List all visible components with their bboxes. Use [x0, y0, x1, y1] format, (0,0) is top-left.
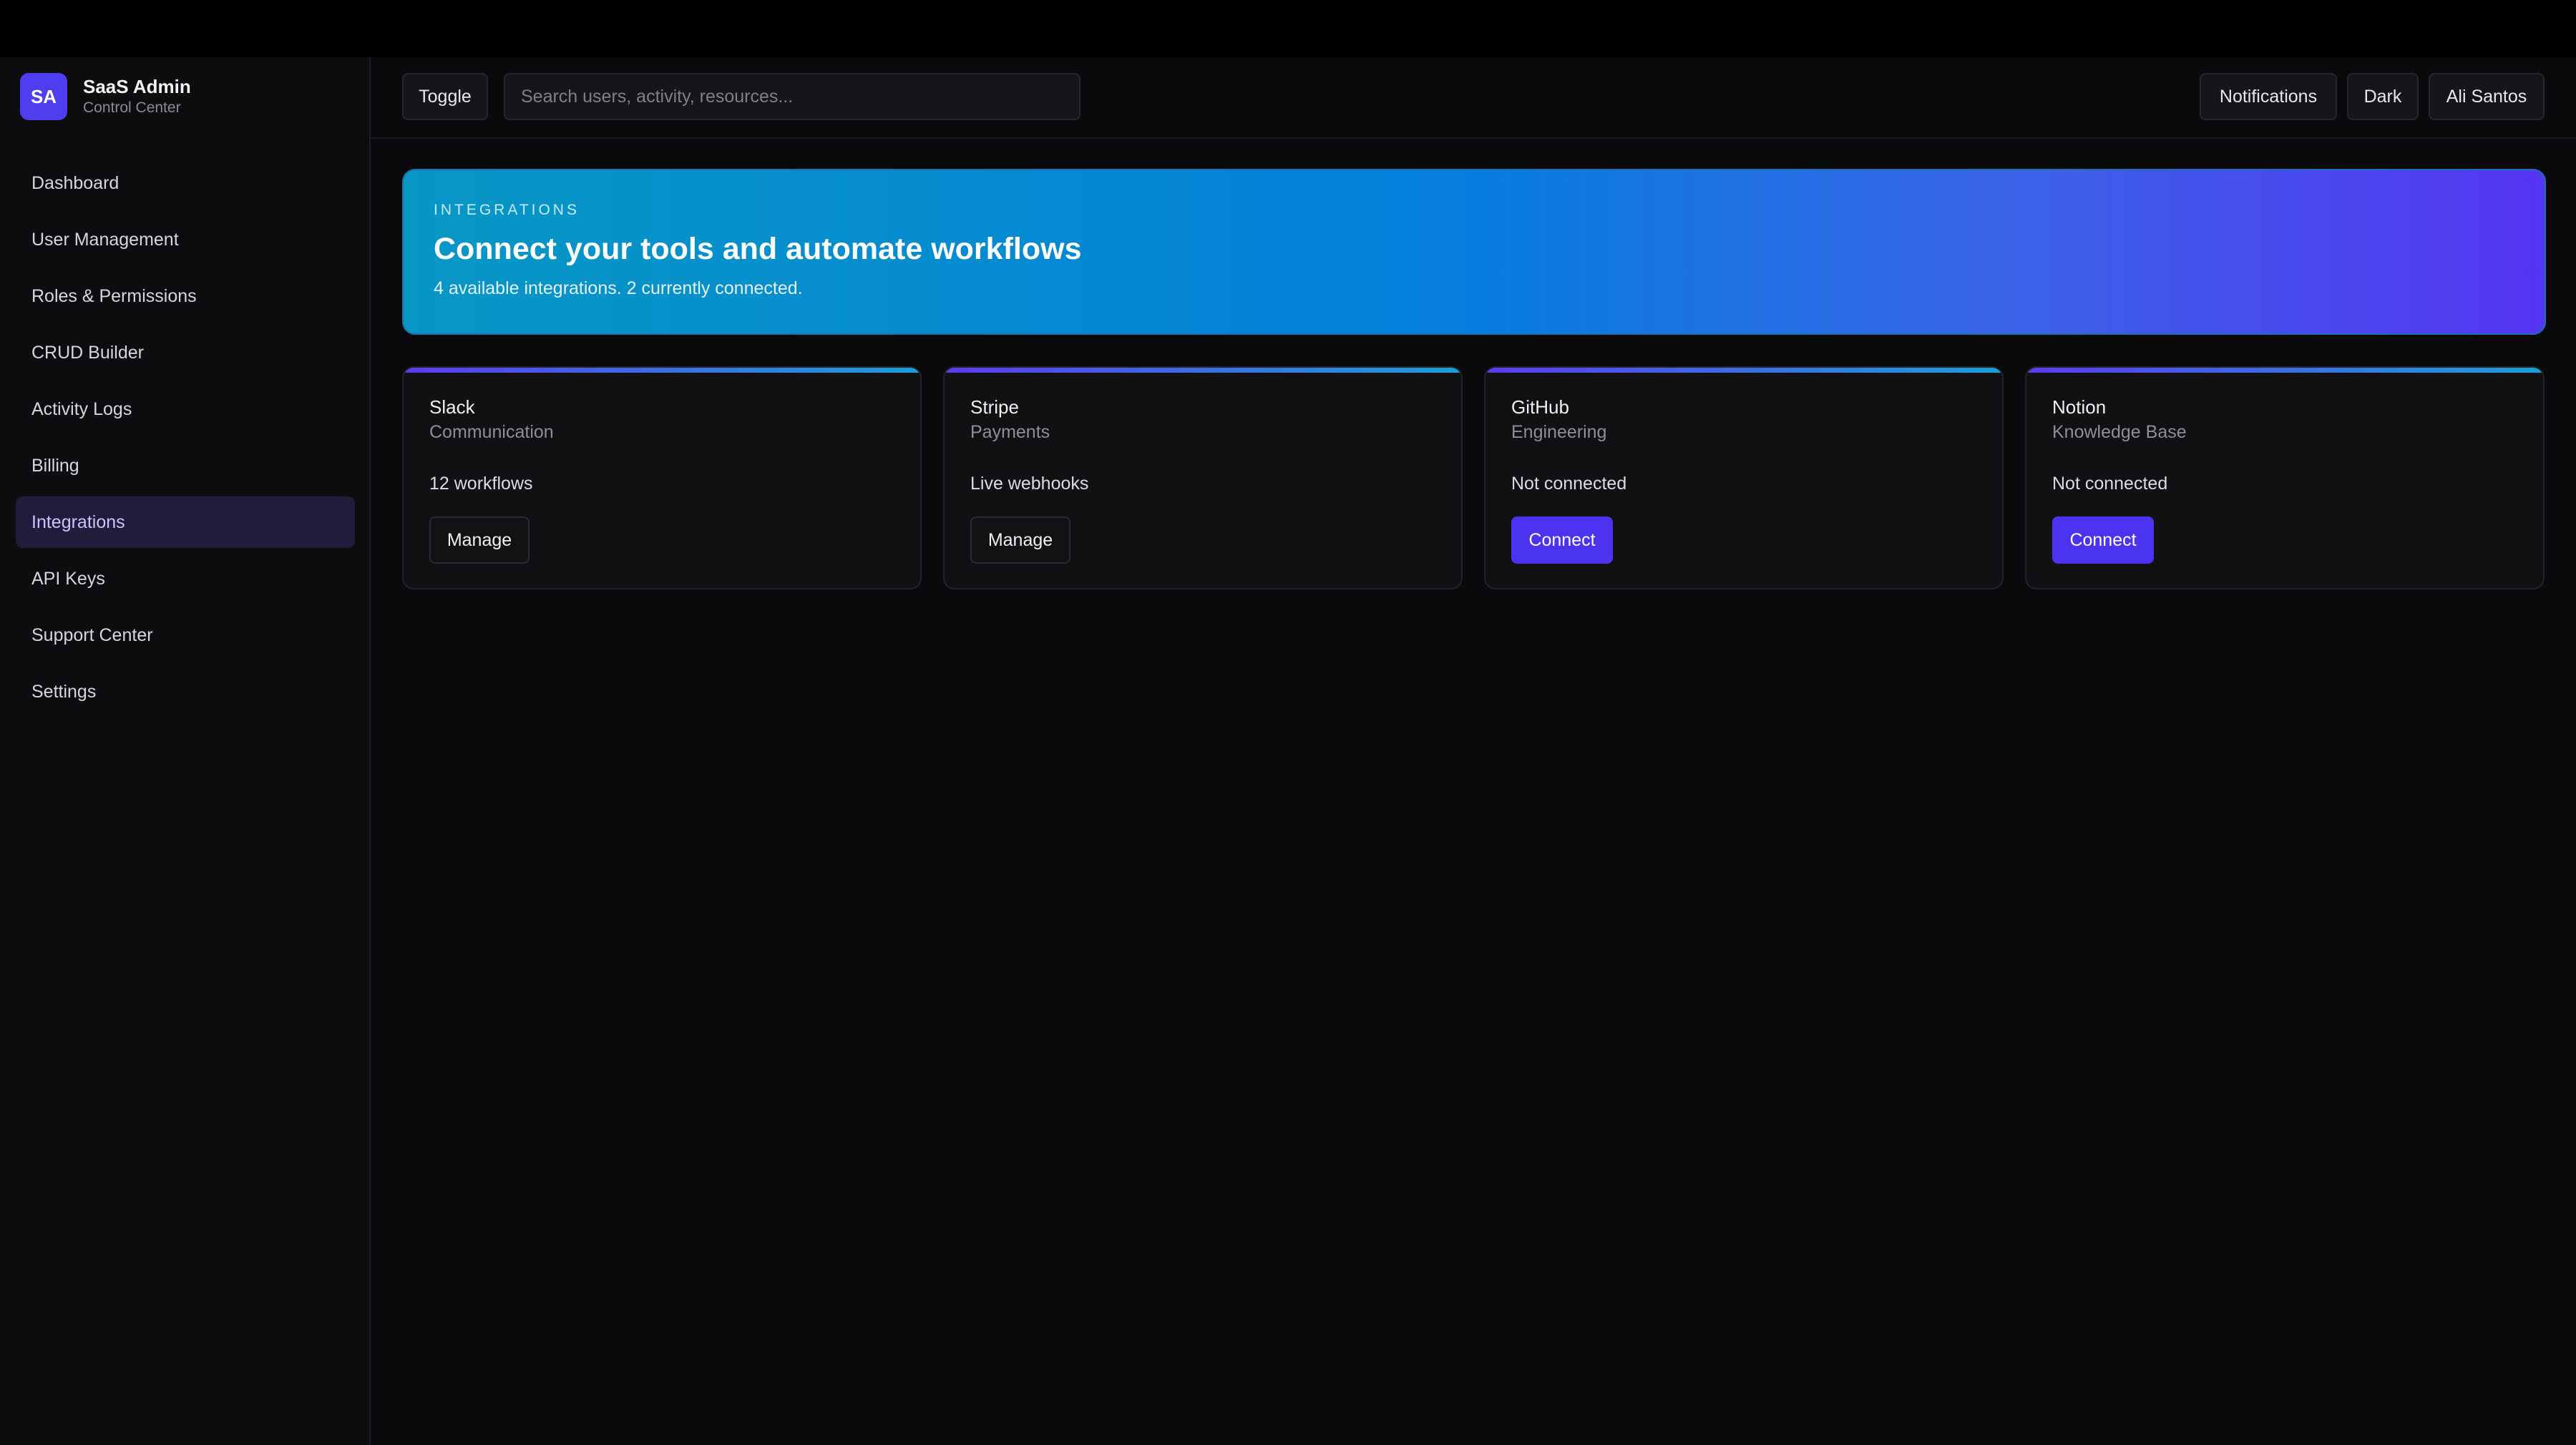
- hero-subtitle: 4 available integrations. 2 currently co…: [434, 278, 803, 298]
- brand-subtitle: Control Center: [83, 99, 181, 116]
- card-accent-bar: [2026, 368, 2543, 373]
- integration-category: Knowledge Base: [2052, 422, 2187, 442]
- connect-notion-button[interactable]: Connect: [2052, 516, 2154, 564]
- integration-status: 12 workflows: [429, 474, 533, 494]
- sidebar-item-integrations[interactable]: Integrations: [16, 496, 355, 548]
- sidebar-item-support-center[interactable]: Support Center: [16, 609, 355, 661]
- page-title: Connect your tools and automate workflow…: [434, 232, 1082, 266]
- search-input[interactable]: [504, 73, 1080, 120]
- integration-card-stripe: Stripe Payments Live webhooks Manage: [943, 366, 1463, 589]
- integration-status: Not connected: [1511, 474, 1627, 494]
- card-accent-bar: [1485, 368, 2002, 373]
- theme-toggle-button[interactable]: Dark: [2347, 73, 2419, 120]
- sidebar-item-crud-builder[interactable]: CRUD Builder: [16, 327, 355, 378]
- brand: SA SaaS Admin Control Center: [20, 73, 191, 120]
- sidebar-item-dashboard[interactable]: Dashboard: [16, 157, 355, 209]
- integration-category: Payments: [970, 422, 1050, 442]
- integrations-hero: INTEGRATIONS Connect your tools and auto…: [402, 169, 2546, 335]
- sidebar-item-activity-logs[interactable]: Activity Logs: [16, 383, 355, 435]
- integration-status: Not connected: [2052, 474, 2168, 494]
- integrations-grid: Slack Communication 12 workflows Manage …: [402, 366, 2546, 589]
- notifications-button[interactable]: Notifications: [2200, 73, 2337, 120]
- card-accent-bar: [945, 368, 1461, 373]
- card-accent-bar: [404, 368, 920, 373]
- integration-status: Live webhooks: [970, 474, 1089, 494]
- integration-name: Slack: [429, 396, 475, 418]
- sidebar-item-settings[interactable]: Settings: [16, 666, 355, 717]
- top-strip: [0, 0, 2576, 57]
- connect-github-button[interactable]: Connect: [1511, 516, 1613, 564]
- brand-name: SaaS Admin: [83, 76, 191, 97]
- integration-name: GitHub: [1511, 396, 1569, 418]
- sidebar: SA SaaS Admin Control Center Dashboard U…: [0, 57, 371, 1445]
- sidebar-item-roles-permissions[interactable]: Roles & Permissions: [16, 270, 355, 322]
- sidebar-item-api-keys[interactable]: API Keys: [16, 553, 355, 604]
- integration-name: Stripe: [970, 396, 1019, 418]
- sidebar-item-billing[interactable]: Billing: [16, 440, 355, 491]
- integration-card-notion: Notion Knowledge Base Not connected Conn…: [2025, 366, 2545, 589]
- integration-card-slack: Slack Communication 12 workflows Manage: [402, 366, 922, 589]
- sidebar-nav: Dashboard User Management Roles & Permis…: [16, 157, 355, 722]
- integration-category: Communication: [429, 422, 554, 442]
- manage-stripe-button[interactable]: Manage: [970, 516, 1070, 564]
- integration-category: Engineering: [1511, 422, 1607, 442]
- user-menu-button[interactable]: Ali Santos: [2429, 73, 2545, 120]
- brand-text: SaaS Admin Control Center: [83, 75, 191, 118]
- brand-avatar: SA: [20, 73, 67, 120]
- manage-slack-button[interactable]: Manage: [429, 516, 530, 564]
- hero-eyebrow: INTEGRATIONS: [434, 202, 580, 218]
- sidebar-item-user-management[interactable]: User Management: [16, 214, 355, 265]
- topbar: Toggle Notifications Dark Ali Santos: [371, 57, 2576, 139]
- integration-name: Notion: [2052, 396, 2107, 418]
- toggle-button[interactable]: Toggle: [402, 73, 488, 120]
- integration-card-github: GitHub Engineering Not connected Connect: [1484, 366, 2004, 589]
